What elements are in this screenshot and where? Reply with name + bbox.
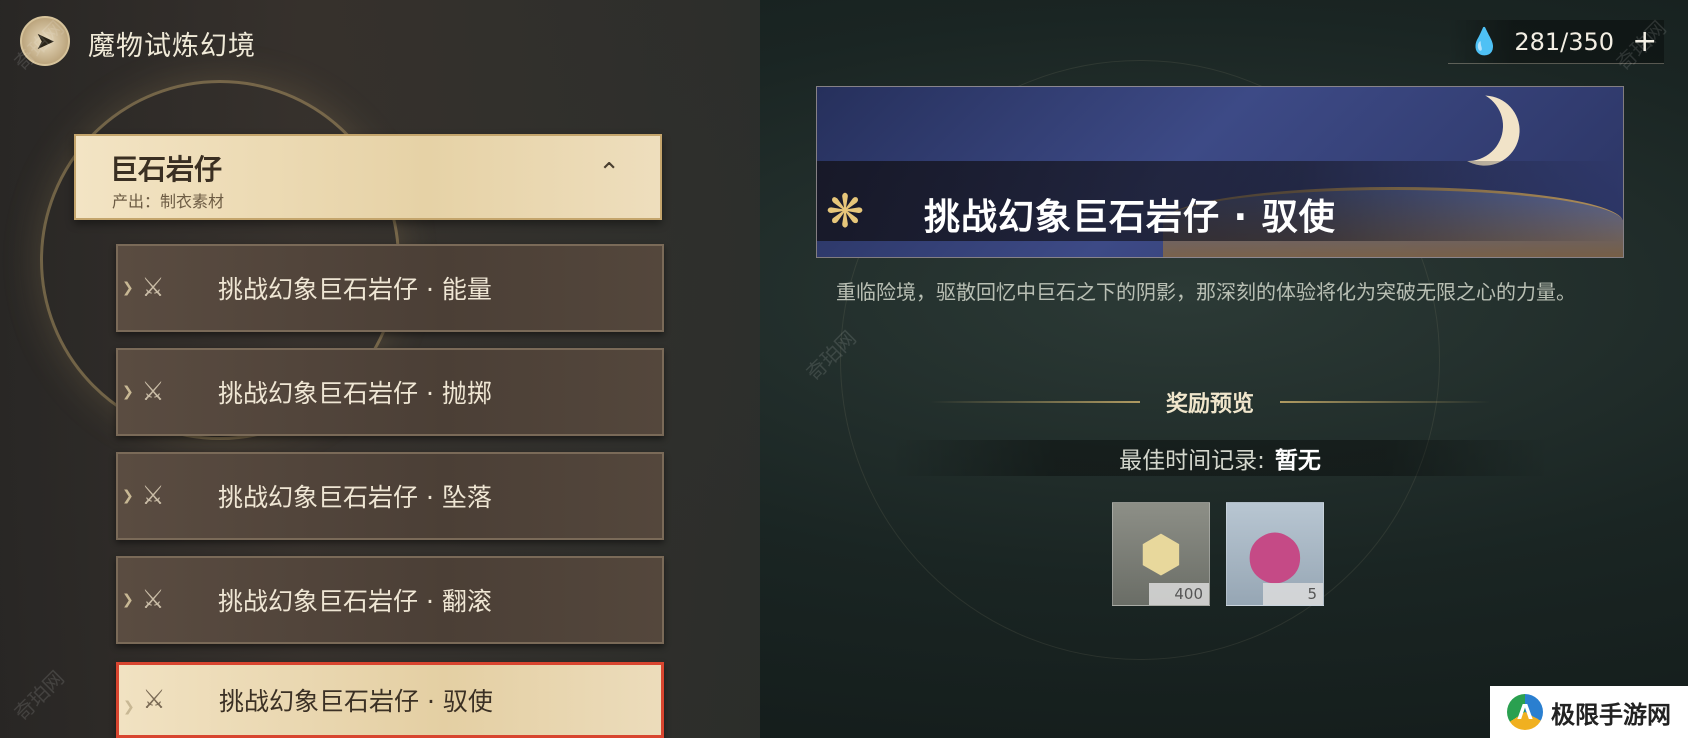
arrow-right-icon: ❯	[122, 384, 134, 400]
watermark-badge-text: 极限手游网	[1551, 700, 1671, 729]
stage-item[interactable]: ❯ ⚔ 挑战幻象巨石岩仔 · 翻滚	[116, 556, 664, 644]
reward-item[interactable]: ⬢ 400	[1112, 502, 1210, 606]
crystal-orb-icon: ⬤	[1247, 525, 1303, 583]
divider	[930, 401, 1140, 403]
stage-label: 挑战幻象巨石岩仔 · 能量	[218, 275, 492, 304]
reward-item[interactable]: ⬤ 5	[1226, 502, 1324, 606]
stage-item[interactable]: ❯ ⚔ 挑战幻象巨石岩仔 · 坠落	[116, 452, 664, 540]
divider	[1280, 401, 1491, 403]
banner-title: 挑战幻象巨石岩仔 · 驭使	[924, 197, 1336, 238]
reward-header: 奖励预览	[930, 382, 1491, 422]
site-logo-icon: Λ	[1507, 694, 1543, 730]
arrow-right-icon: ❯	[122, 280, 134, 296]
stage-label: 挑战幻象巨石岩仔 · 翻滚	[218, 587, 492, 616]
reward-quantity: 400	[1149, 583, 1209, 605]
category-name: 巨石岩仔	[110, 153, 223, 186]
watermark-badge: Λ 极限手游网	[1490, 686, 1688, 738]
stage-label: 挑战幻象巨石岩仔 · 坠落	[218, 483, 492, 512]
best-time-label: 最佳时间记录:	[1119, 448, 1265, 474]
gold-emblem-icon: ⬢	[1139, 525, 1183, 583]
category-card[interactable]: 巨石岩仔 产出：制衣素材 ⌃	[74, 134, 662, 220]
best-time-value: 暂无	[1274, 448, 1321, 474]
stage-item[interactable]: ❯ ⚔ 挑战幻象巨石岩仔 · 抛掷	[116, 348, 664, 436]
stage-label: 挑战幻象巨石岩仔 · 抛掷	[218, 379, 492, 408]
stage-description: 重临险境，驱散回忆中巨石之下的阴影，那深刻的体验将化为突破无限之心的力量。	[836, 280, 1576, 304]
emblem-icon: ❋	[825, 184, 865, 238]
stage-label: 挑战幻象巨石岩仔 · 驭使	[219, 687, 493, 716]
moon-decoration	[1423, 87, 1513, 171]
best-time-record: 最佳时间记录: 暂无	[890, 440, 1550, 476]
reward-title: 奖励预览	[1166, 392, 1255, 417]
stamina-value: 281/350	[1514, 27, 1615, 56]
category-subtitle: 产出：制衣素材	[112, 192, 225, 211]
arrow-right-icon: ❯	[122, 488, 134, 504]
stage-item-selected[interactable]: ❯ ⚔ 挑战幻象巨石岩仔 · 驭使	[116, 662, 664, 738]
page-title: 魔物试炼幻境	[88, 31, 256, 62]
chevron-up-icon[interactable]: ⌃	[598, 158, 620, 188]
water-drop-icon: 💧	[1468, 26, 1501, 57]
stage-item[interactable]: ❯ ⚔ 挑战幻象巨石岩仔 · 能量	[116, 244, 664, 332]
arrow-right-icon: ❯	[122, 592, 134, 608]
reward-quantity: 5	[1263, 583, 1323, 605]
arrow-right-icon: ❯	[123, 699, 135, 715]
